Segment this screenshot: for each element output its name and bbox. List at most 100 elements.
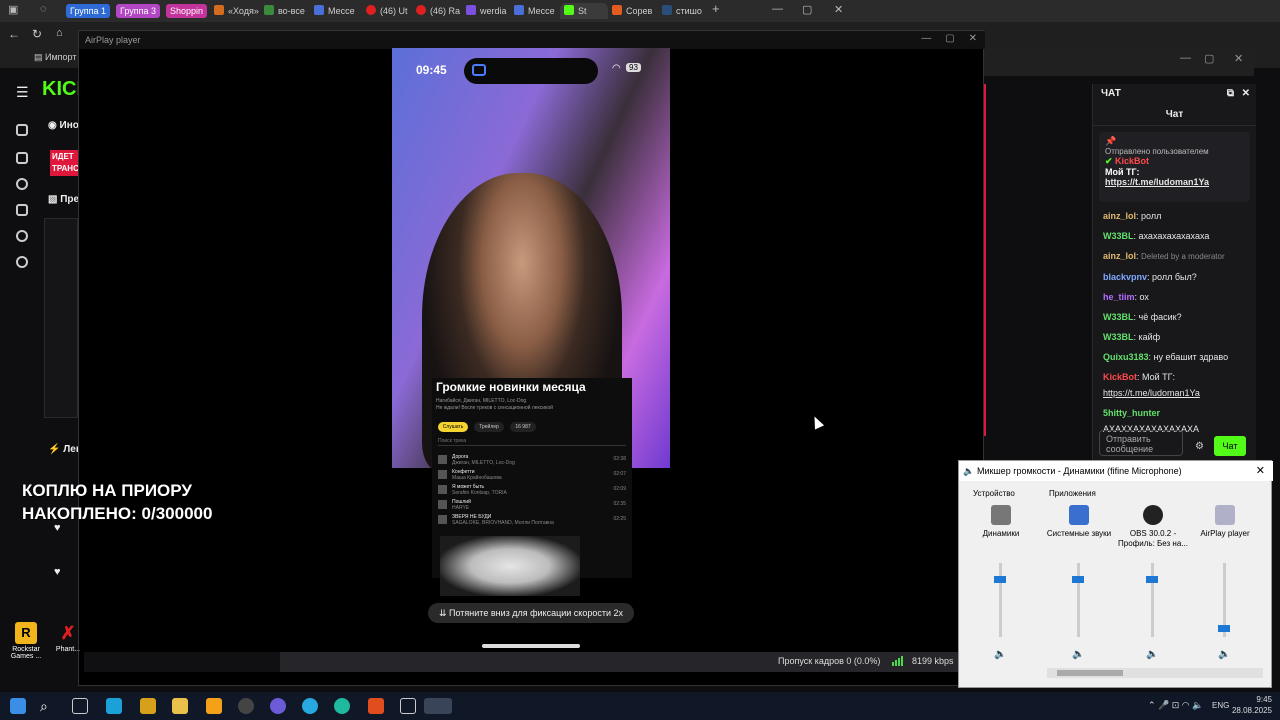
desktop-icon-rockstar[interactable]: R Rockstar Games ...	[8, 622, 44, 660]
mixer-scrollbar[interactable]	[1047, 668, 1263, 678]
volume-thumb[interactable]	[1072, 576, 1084, 583]
chat-username[interactable]: W33BL	[1103, 312, 1134, 322]
app-icon[interactable]	[400, 698, 416, 714]
tab-actions-icon[interactable]: ▣	[8, 3, 18, 16]
mute-icon[interactable]: 🔈	[1218, 649, 1230, 660]
track-row[interactable]: Я может быть Serafim Kontsap, TORIA 02:09	[438, 484, 626, 496]
tab-active[interactable]: St	[560, 3, 608, 19]
chat-username[interactable]: W33BL	[1103, 332, 1134, 342]
edge-icon[interactable]	[334, 698, 350, 714]
trailer-button[interactable]: Трейлер	[474, 422, 504, 432]
scrollbar-thumb[interactable]	[1057, 670, 1123, 676]
chat-username[interactable]: ainz_lol	[1103, 251, 1136, 261]
tab[interactable]: Сорев	[612, 3, 658, 19]
telegram-icon[interactable]	[302, 698, 318, 714]
track-row[interactable]: Дорога Джиган, MILETTO, Loc-Dog 02:38	[438, 454, 626, 466]
pinned-message[interactable]: 📌 Отправлено пользователем ✔ KickBot Мой…	[1099, 132, 1250, 202]
track-row[interactable]: Конфетти Маша Крайнобашова 02:07	[438, 469, 626, 481]
chat-username[interactable]: 5hitty_hunter	[1103, 408, 1160, 418]
listen-button[interactable]: Слушать	[438, 422, 468, 432]
tab-group-3[interactable]: Группа 3	[116, 4, 161, 18]
volume-thumb[interactable]	[1146, 576, 1158, 583]
pinned-link[interactable]: https://t.me/ludoman1Ya	[1105, 177, 1244, 187]
tab-search-icon[interactable]: ◌	[40, 3, 47, 15]
popout-icon[interactable]: ⧉	[1227, 84, 1234, 104]
mute-icon[interactable]: 🔈	[1072, 649, 1084, 660]
minimize-button[interactable]: —	[772, 3, 783, 15]
track-row[interactable]: Пошлий HARYE 02:35	[438, 499, 626, 511]
menu-icon[interactable]: ☰	[16, 84, 29, 101]
obs-icon[interactable]	[238, 698, 254, 714]
volume-slider[interactable]	[1151, 563, 1154, 637]
new-tab-button[interactable]: +	[712, 1, 720, 16]
tab[interactable]: werdia	[466, 3, 512, 19]
chat-input[interactable]: Отправить сообщение	[1099, 430, 1183, 456]
tab[interactable]: стишо	[662, 3, 708, 19]
close-button[interactable]: ✕	[1256, 464, 1265, 477]
likes-button[interactable]: 16 987	[510, 422, 536, 432]
close-icon[interactable]: ✕	[1242, 84, 1250, 104]
tab-group-shopping[interactable]: Shoppin	[166, 4, 208, 18]
clock[interactable]: 9:45 28.08.2025	[1232, 694, 1272, 716]
maximize-button[interactable]: ▢	[945, 33, 954, 44]
tab[interactable]: во-все	[264, 3, 310, 19]
clips-icon[interactable]	[16, 204, 28, 216]
brave-icon[interactable]	[368, 698, 384, 714]
task-view-icon[interactable]	[72, 698, 88, 714]
chat-username[interactable]: Quixu3183	[1103, 352, 1149, 362]
back-icon[interactable]: ←	[8, 27, 20, 41]
close-button[interactable]: ✕	[969, 33, 977, 44]
browse-icon[interactable]	[16, 152, 28, 164]
tab[interactable]: (46) Ra	[416, 3, 462, 19]
app-icon[interactable]	[106, 698, 122, 714]
volume-slider[interactable]	[1077, 563, 1080, 637]
live-icon[interactable]	[16, 124, 28, 136]
tab[interactable]: (46) Ut	[366, 3, 412, 19]
trophy-icon[interactable]	[16, 178, 28, 190]
chat-username[interactable]: he_tiim	[1103, 292, 1135, 302]
following-icon[interactable]	[16, 230, 28, 242]
channel-name[interactable]: Динамики	[965, 529, 1037, 539]
tray-icons[interactable]: ⌃ 🎤 ⊡ ◠ 🔈	[1148, 700, 1203, 711]
close-button[interactable]: ✕	[834, 3, 843, 16]
chat-username[interactable]: ainz_lol	[1103, 211, 1136, 221]
settings-icon[interactable]: ⚙	[1195, 441, 1204, 452]
close-button[interactable]: ✕	[1234, 52, 1243, 65]
tab-group-1[interactable]: Группа 1	[66, 4, 111, 18]
minimize-button[interactable]: —	[921, 33, 931, 44]
stream-thumbnail[interactable]	[44, 218, 78, 418]
language-indicator[interactable]: ENG	[1212, 701, 1229, 710]
volume-slider[interactable]	[999, 563, 1002, 637]
promo-banner[interactable]: ИДЕТ ТРАНС	[50, 150, 78, 176]
app-icon[interactable]	[206, 698, 222, 714]
desktop-icon-phantom[interactable]: ✗ Phant...	[50, 622, 86, 653]
search-icon[interactable]: ⌕	[40, 698, 56, 714]
tab[interactable]: Мессе	[514, 3, 560, 19]
folder-icon[interactable]	[172, 698, 188, 714]
app-icon[interactable]	[140, 698, 156, 714]
maximize-button[interactable]: ▢	[1204, 52, 1214, 65]
volume-thumb[interactable]	[1218, 625, 1230, 632]
tab[interactable]: Мессе	[314, 3, 362, 19]
settings-icon[interactable]	[16, 256, 28, 268]
chat-username[interactable]: KickBot	[1103, 372, 1137, 382]
bookmark-import[interactable]: ▤ Импорт	[34, 52, 76, 63]
reload-icon[interactable]: ↻	[32, 27, 42, 41]
chat-send-button[interactable]: Чат	[1214, 436, 1246, 456]
tab[interactable]: «Ходя»	[214, 3, 260, 19]
chat-username[interactable]: blackvpnv	[1103, 272, 1147, 282]
airplay-taskbar-icon[interactable]	[424, 698, 452, 714]
maximize-button[interactable]: ▢	[802, 3, 812, 16]
heart-icon[interactable]: ♥	[54, 566, 61, 578]
track-row[interactable]: ЗВЕРЯ НЕ БУДИ SAGALOKE, BRIOVHAND, Молли …	[438, 514, 626, 526]
volume-thumb[interactable]	[994, 576, 1006, 583]
mute-icon[interactable]: 🔈	[994, 649, 1006, 660]
track-search[interactable]: Поиск трека	[438, 438, 626, 446]
minimize-button[interactable]: —	[1180, 52, 1191, 64]
mute-icon[interactable]: 🔈	[1146, 649, 1158, 660]
home-icon[interactable]: ⌂	[56, 27, 63, 39]
chat-text[interactable]: https://t.me/ludoman1Ya	[1103, 388, 1200, 398]
discord-icon[interactable]	[270, 698, 286, 714]
windows-start-icon[interactable]	[10, 698, 26, 714]
chat-username[interactable]: W33BL	[1103, 231, 1134, 241]
